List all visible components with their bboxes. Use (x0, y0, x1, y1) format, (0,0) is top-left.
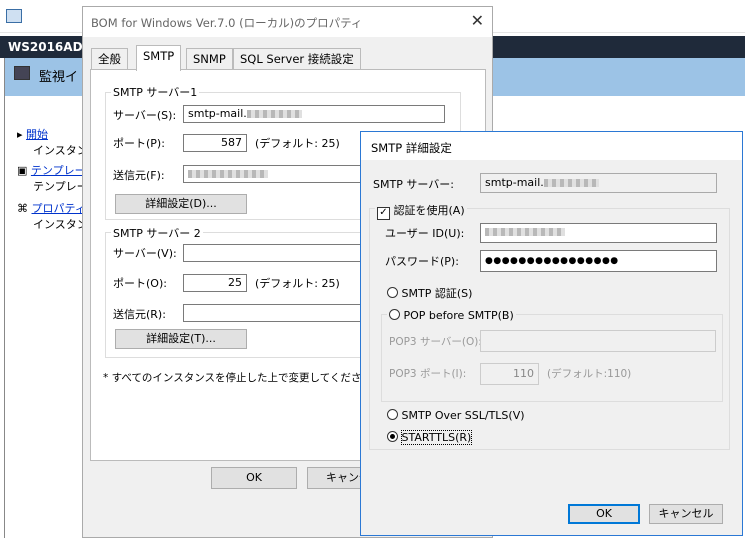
pop3-port-input[interactable]: 110 (480, 363, 539, 385)
ssl-tls-option[interactable]: SMTP Over SSL/TLS(V) (387, 408, 525, 422)
tree-item-link[interactable]: テンプレー (31, 164, 86, 177)
server1-port-label: ポート(P): (113, 137, 165, 150)
pop-before-smtp-option[interactable]: POP before SMTP(B) (387, 308, 516, 322)
pop3-port-label: POP3 ポート(I): (389, 368, 467, 380)
server2-server-label: サーバー(V): (113, 247, 177, 260)
user-id-input[interactable] (480, 223, 717, 243)
triangle-right-icon: ▸ (17, 128, 23, 141)
pop3-server-label: POP3 サーバー(O): (389, 336, 482, 348)
server1-from-label: 送信元(F): (113, 169, 165, 182)
wrench-icon: ⌘ (17, 202, 28, 215)
pop-before-smtp-radio[interactable] (389, 309, 400, 320)
tab-snmp[interactable]: SNMP (186, 48, 233, 69)
smtp-detail-title: SMTP 詳細設定 (371, 141, 452, 155)
pop-before-smtp-label: POP before SMTP(B) (403, 309, 514, 322)
smtp-auth-radio[interactable] (387, 287, 398, 298)
pop3-port-default: (デフォルト:110) (547, 368, 632, 380)
smtp-detail-titlebar: SMTP 詳細設定 (361, 132, 742, 160)
password-input[interactable]: ●●●●●●●●●●●●●●●● (480, 250, 717, 272)
server2-port-default: (デフォルト: 25) (255, 277, 340, 290)
server1-port-input[interactable]: 587 (183, 134, 247, 152)
server1-server-label: サーバー(S): (113, 109, 177, 122)
server1-advanced-button[interactable]: 詳細設定(D)... (115, 194, 247, 214)
tab-sql-server[interactable]: SQL Server 接続設定 (233, 48, 361, 69)
server1-server-input[interactable]: smtp-mail. (183, 105, 445, 123)
smtp-server2-legend: SMTP サーバー 2 (111, 225, 203, 241)
use-auth-checkbox[interactable]: ✓ (377, 207, 390, 220)
tree-item-link[interactable]: 開始 (26, 128, 48, 141)
use-auth-label: 認証を使用(A) (393, 204, 465, 217)
properties-dialog-titlebar: BOM for Windows Ver.7.0 (ローカル)のプロパティ ✕ (83, 7, 492, 37)
tab-general[interactable]: 全般 (91, 48, 128, 69)
starttls-label: STARTTLS(R) (400, 430, 473, 445)
detail-server-field: smtp-mail. (480, 173, 717, 193)
template-icon: ▣ (17, 164, 28, 177)
starttls-radio[interactable] (387, 431, 398, 442)
starttls-option[interactable]: STARTTLS(R) (387, 430, 473, 445)
background-section-title: 監視イ (39, 70, 79, 85)
use-auth-checkbox-row[interactable]: ✓ 認証を使用(A) (375, 202, 467, 220)
ssl-tls-label: SMTP Over SSL/TLS(V) (401, 409, 525, 422)
tab-smtp[interactable]: SMTP (136, 45, 182, 71)
smtp-server1-legend: SMTP サーバー1 (111, 84, 200, 100)
smtp-auth-option[interactable]: SMTP 認証(S) (387, 285, 472, 301)
server2-advanced-button[interactable]: 詳細設定(T)... (115, 329, 247, 349)
properties-dialog-title: BOM for Windows Ver.7.0 (ローカル)のプロパティ (91, 16, 363, 30)
close-icon[interactable]: ✕ (471, 11, 484, 30)
detail-server-label: SMTP サーバー: (373, 178, 454, 191)
detail-ok-button[interactable]: OK (568, 504, 640, 524)
smtp-detail-dialog: SMTP 詳細設定 SMTP サーバー: smtp-mail. ✓ 認証を使用(… (360, 131, 743, 536)
props-ok-button[interactable]: OK (211, 467, 297, 489)
server2-port-label: ポート(O): (113, 277, 167, 290)
tree-item-start[interactable]: ▸ 開始 インスタン (17, 126, 88, 158)
tree-item-properties[interactable]: ⌘ プロパティ インスタン (17, 200, 88, 232)
password-label: パスワード(P): (385, 255, 459, 268)
ssl-tls-radio[interactable] (387, 409, 398, 420)
server2-from-label: 送信元(R): (113, 308, 166, 321)
monitor-icon (14, 66, 30, 80)
user-id-label: ユーザー ID(U): (385, 227, 465, 240)
app-icon (6, 9, 22, 23)
server1-port-default: (デフォルト: 25) (255, 137, 340, 150)
tree-item-sub: インスタン (33, 144, 88, 157)
server2-port-input[interactable]: 25 (183, 274, 247, 292)
tree-item-link[interactable]: プロパティ (32, 202, 86, 215)
smtp-auth-label: SMTP 認証(S) (401, 287, 473, 300)
pop-group (381, 314, 723, 402)
pop3-server-input[interactable] (480, 330, 716, 352)
detail-cancel-button[interactable]: キャンセル (649, 504, 723, 524)
restart-note: * すべてのインスタンスを停止した上で変更してください。 (103, 372, 383, 384)
tree-item-sub: インスタン (33, 218, 88, 231)
